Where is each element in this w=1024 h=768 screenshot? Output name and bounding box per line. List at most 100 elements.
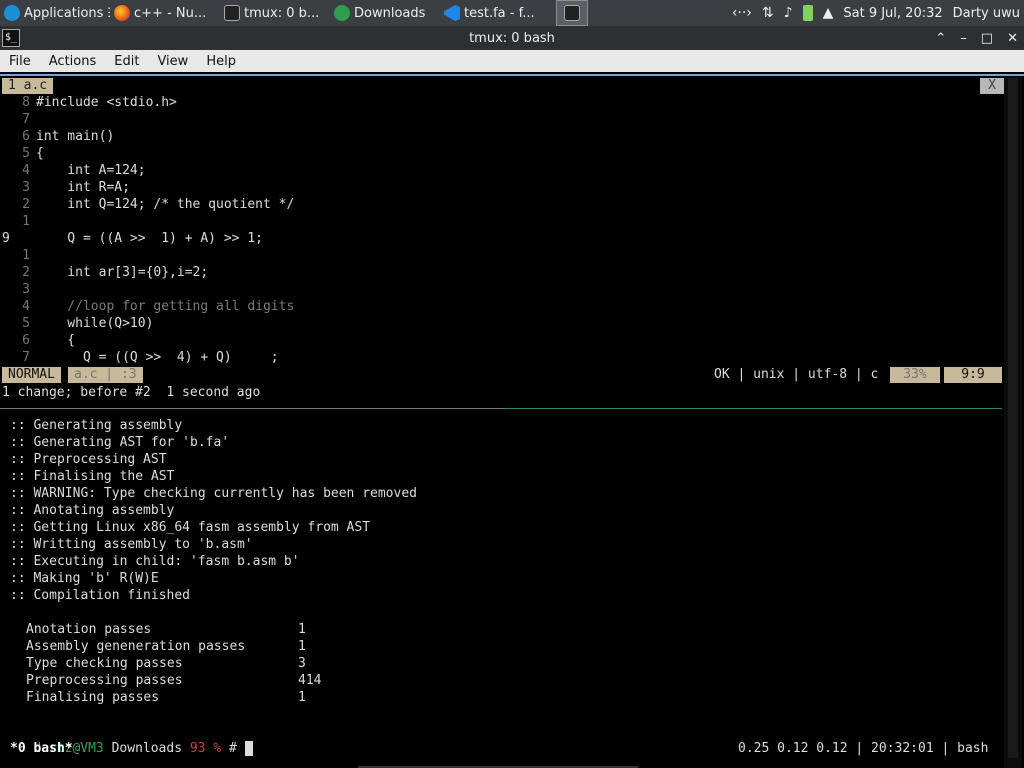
line-number: 4 (22, 163, 30, 178)
line-number: 3 (22, 180, 30, 195)
line-number: 9 (2, 231, 10, 246)
terminal-window-icon[interactable]: $_ (2, 29, 20, 47)
battery-icon[interactable] (802, 5, 813, 21)
output-line: :: Preprocessing AST (10, 452, 167, 467)
output-line: :: Executing in child: 'fasm b.asm b' (10, 554, 300, 569)
line-number: 7 (22, 112, 30, 127)
code-text: Q = ((Q >> 4) + Q) ; (36, 350, 279, 365)
output-line: :: Generating AST for 'b.fa' (10, 435, 230, 450)
code-line[interactable]: 6 { (2, 332, 75, 349)
menu-file[interactable]: File (0, 54, 40, 69)
code-line[interactable]: 2 int Q=124; /* the quotient */ (2, 196, 294, 213)
tmux-window-name[interactable]: *0 bash* (10, 740, 73, 757)
vim-status-info: OK | unix | utf-8 | c (714, 367, 879, 382)
terminal-area[interactable]: 1 a.c X 8 #include <stdio.h> 7 6 int main() 5… (0, 74, 1024, 768)
taskbar-item-tmux[interactable]: tmux: 0 b... (220, 0, 330, 26)
taskbar-item-vscode[interactable]: test.fa - f... (440, 0, 552, 26)
close-button[interactable]: ✕ (1007, 31, 1018, 46)
code-text: int ar[3]={0},i=2; (36, 265, 209, 280)
tmux-status-right: 0.25 0.12 0.12 | 20:32:01 | bash (738, 741, 989, 756)
line-number: 7 (22, 350, 30, 365)
line-number: 2 (22, 265, 30, 280)
code-line[interactable]: 5 while(Q>10) (2, 315, 153, 332)
prompt-sign: # (229, 741, 237, 756)
terminal-icon (564, 5, 580, 21)
vim-tab[interactable]: 1 a.c (2, 78, 54, 94)
applications-icon (4, 5, 20, 21)
clock[interactable]: Sat 9 Jul, 20:32 (843, 6, 942, 21)
code-line[interactable]: 8 #include <stdio.h> (2, 94, 177, 111)
code-line[interactable]: 3 int R=A; (2, 179, 130, 196)
code-line[interactable]: 4 //loop for getting all digits (2, 298, 294, 315)
taskbar-item-label: c++ - Nu... (134, 5, 207, 21)
taskbar: Applications ☰ c++ - Nu... tmux: 0 b... … (0, 0, 1024, 26)
stat-value: 414 (298, 673, 322, 688)
code-text: while(Q>10) (36, 316, 154, 331)
scrollbar-thumb[interactable] (1008, 78, 1018, 758)
restore-button[interactable]: – (960, 31, 967, 46)
applications-label: Applications (24, 5, 104, 21)
line-number: 5 (22, 316, 30, 331)
code-line[interactable]: 4 int A=124; (2, 162, 146, 179)
code-line[interactable]: 7 (2, 111, 36, 128)
menu-actions[interactable]: Actions (40, 54, 106, 69)
vim-percent: 33% (890, 367, 940, 383)
output-line: :: Getting Linux x86_64 fasm assembly fr… (10, 520, 371, 535)
code-line[interactable]: 1 (2, 247, 36, 264)
stat-label: Type checking passes (26, 656, 183, 671)
stat-value: 3 (298, 656, 306, 671)
applications-menu-button[interactable]: Applications ☰ (0, 0, 110, 26)
code-line[interactable]: 3 (2, 281, 36, 298)
taskbar-item-label: Downloads (354, 5, 426, 21)
notification-bell-icon[interactable]: ▲ (823, 5, 834, 21)
output-line: :: Anotating assembly (10, 503, 175, 518)
terminal-icon (224, 5, 240, 21)
scrollbar[interactable] (1004, 76, 1022, 768)
code-text: { (36, 333, 76, 348)
taskbar-item-firefox[interactable]: c++ - Nu... (110, 0, 220, 26)
line-number: 4 (22, 299, 30, 314)
output-line: :: WARNING: Type checking currently has … (10, 486, 417, 501)
vim-message: 1 change; before #2 1 second ago (2, 385, 261, 400)
line-number: 2 (22, 197, 30, 212)
code-line[interactable]: 5{ (2, 145, 44, 162)
taskbar-item-label: tmux: 0 b... (244, 5, 320, 21)
menu-help[interactable]: Help (197, 54, 245, 69)
line-number: 3 (22, 282, 30, 297)
taskbar-item-label: test.fa - f... (464, 5, 535, 21)
code-line[interactable]: 6 int main() (2, 128, 114, 145)
user-menu[interactable]: Darty uwu (953, 6, 1020, 21)
line-number: 1 (22, 214, 30, 229)
taskbar-item-terminal-active[interactable] (556, 0, 588, 26)
code-line[interactable]: 9 Q = ((A >> 1) + A) >> 1; (2, 230, 263, 247)
transfer-icon[interactable]: ⇅ (762, 5, 774, 21)
stat-label: Assembly geneneration passes (26, 639, 246, 654)
output-line: :: Writting assembly to 'b.asm' (10, 537, 253, 552)
code-text: int A=124; (36, 163, 146, 178)
menu-edit[interactable]: Edit (105, 54, 148, 69)
text-cursor (244, 741, 253, 756)
stat-value: 1 (298, 639, 306, 654)
output-line: :: Finalising the AST (10, 469, 175, 484)
code-line[interactable]: 1 (2, 213, 36, 230)
code-text: #include <stdio.h> (36, 95, 177, 110)
menu-view[interactable]: View (148, 54, 197, 69)
stat-label: Finalising passes (26, 690, 160, 705)
volume-icon[interactable]: ♪ (784, 5, 793, 21)
code-line[interactable]: 7 Q = ((Q >> 4) + Q) ; (2, 349, 279, 366)
maximize-button[interactable]: □ (981, 31, 993, 46)
vim-tab-close-button[interactable]: X (980, 78, 1004, 94)
shell-prompt[interactable]: dartz@VM3 Downloads 93 % # (2, 723, 253, 756)
firefox-icon (114, 5, 130, 21)
window-titlebar: $_ tmux: 0 bash ⌃ – □ ✕ (0, 26, 1024, 50)
system-tray: ‹··› ⇅ ♪ ▲ Sat 9 Jul, 20:32 Darty uwu (732, 5, 1024, 21)
code-line[interactable]: 2 int ar[3]={0},i=2; (2, 264, 208, 281)
line-number: 1 (22, 248, 30, 263)
minimize-button[interactable]: ⌃ (935, 31, 946, 46)
taskbar-item-downloads[interactable]: Downloads (330, 0, 440, 26)
network-icon[interactable]: ‹··› (732, 5, 752, 21)
code-text: //loop for getting all digits (36, 299, 295, 314)
code-text: int R=A; (36, 180, 130, 195)
output-line: :: Compilation finished (10, 588, 191, 603)
code-text: { (36, 146, 44, 161)
